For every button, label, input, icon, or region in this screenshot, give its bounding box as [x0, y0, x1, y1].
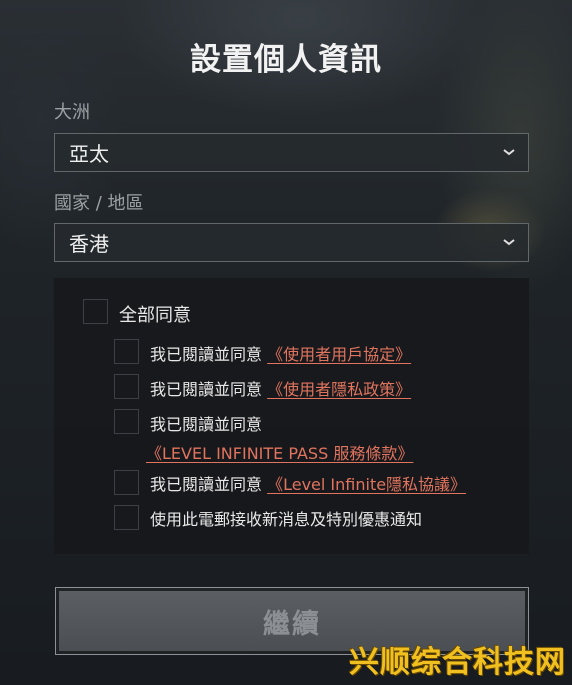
level-infinite-privacy-link[interactable]: 《Level Infinite隱私協議》 [267, 475, 466, 494]
email-offers-label: 使用此電郵接收新消息及特別優惠通知 [150, 510, 423, 529]
level-infinite-privacy-text: 我已閱讀並同意 《Level Infinite隱私協議》 [150, 471, 466, 495]
user-agreement-text: 我已閱讀並同意 《使用者用戶協定》 [150, 341, 411, 365]
privacy-policy-link[interactable]: 《使用者隱私政策》 [267, 380, 411, 399]
country-label: 國家 / 地區 [54, 193, 144, 214]
privacy-policy-checkbox[interactable] [114, 374, 139, 399]
consent-text: 我已閱讀並同意 [150, 475, 268, 494]
consent-panel: 全部同意 我已閱讀並同意 《使用者用戶協定》 我已閱讀並同意 《使用者隱私政策》… [54, 278, 529, 554]
watermark: 兴顺综合科技网 [349, 645, 566, 680]
terms-of-service-link-wrap: 《LEVEL INFINITE PASS 服務條款》 [146, 440, 413, 464]
country-select[interactable]: 香港 [54, 223, 529, 262]
privacy-policy-text: 我已閱讀並同意 《使用者隱私政策》 [150, 376, 411, 400]
terms-of-service-link[interactable]: 《LEVEL INFINITE PASS 服務條款》 [146, 444, 413, 463]
consent-text: 我已閱讀並同意 [150, 345, 268, 364]
country-value: 香港 [69, 232, 109, 256]
user-agreement-checkbox[interactable] [114, 339, 139, 364]
level-infinite-privacy-checkbox[interactable] [114, 470, 139, 495]
region-value: 亞太 [69, 142, 109, 166]
email-offers-checkbox[interactable] [114, 505, 139, 530]
user-agreement-link[interactable]: 《使用者用戶協定》 [267, 345, 411, 364]
region-select[interactable]: 亞太 [54, 133, 529, 172]
consent-text: 我已閱讀並同意 [150, 380, 268, 399]
agree-all-label: 全部同意 [119, 305, 191, 326]
agree-all-checkbox[interactable] [83, 299, 108, 324]
terms-of-service-text: 我已閱讀並同意 [150, 415, 263, 434]
terms-of-service-checkbox[interactable] [114, 409, 139, 434]
page-title: 設置個人資訊 [190, 42, 382, 78]
region-label: 大洲 [54, 102, 90, 123]
chevron-down-icon [503, 149, 515, 156]
chevron-down-icon [503, 239, 515, 246]
